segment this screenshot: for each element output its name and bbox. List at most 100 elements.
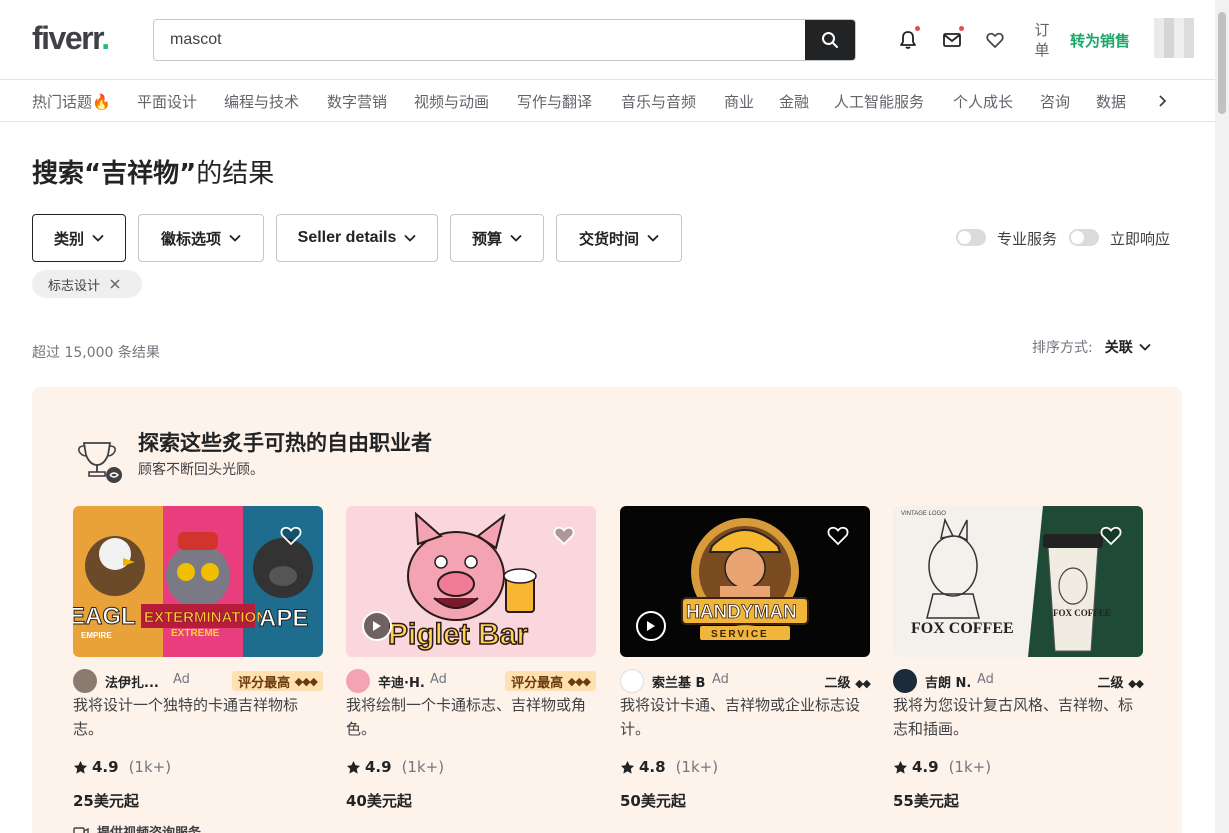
filter-seller-details[interactable]: Seller details (276, 214, 438, 262)
instant-response-toggle[interactable] (1069, 229, 1099, 246)
heart-icon[interactable] (279, 523, 303, 547)
star-icon (620, 760, 635, 774)
seller-level: 二级 ◆◆ (824, 676, 871, 691)
gig-rating: 4.9 (1k+) (73, 758, 171, 776)
category-marketing[interactable]: 数字营销 (327, 91, 387, 112)
panel-title: 探索这些炙手可热的自由职业者 (138, 431, 432, 455)
category-finance[interactable]: 金融 (779, 91, 809, 112)
sort-value: 关联 (1104, 340, 1133, 356)
filter-label: 类别 (53, 229, 84, 248)
star-icon (73, 760, 88, 774)
bell-icon (900, 31, 916, 49)
heart-icon[interactable] (552, 523, 576, 547)
filter-delivery-time[interactable]: 交货时间 (556, 214, 682, 262)
category-consulting[interactable]: 咨询 (1040, 91, 1070, 112)
gig-title[interactable]: 我将为您设计复古风格、吉祥物、标志和插画。 (893, 693, 1143, 741)
filter-label: 徽标选项 (160, 229, 221, 248)
gig-title[interactable]: 我将绘制一个卡通标志、吉祥物或角色。 (346, 693, 596, 741)
thumb-text: SERVICE (711, 629, 769, 640)
chevron-down-icon (229, 234, 241, 242)
chevron-down-icon (404, 234, 416, 242)
seller-row: 辛迪·H. Ad 评分最高 ◆◆◆ (346, 669, 596, 693)
chevron-down-icon (1139, 343, 1151, 351)
messages-button[interactable] (940, 26, 964, 52)
thumb-text: Piglet Bar (388, 618, 528, 651)
gig-price: 50美元起 (620, 792, 686, 810)
category-business[interactable]: 商业 (724, 91, 754, 112)
filter-label: 交货时间 (578, 229, 639, 248)
gig-title[interactable]: 我将设计卡通、吉祥物或企业标志设计。 (620, 693, 870, 741)
seller-row: 法伊扎... Ad 评分最高 ◆◆◆ (73, 669, 323, 693)
seller-name[interactable]: 吉朗 N. (925, 672, 971, 691)
category-ai[interactable]: 人工智能服务 (834, 91, 924, 112)
filter-logo-options[interactable]: 徽标选项 (138, 214, 264, 262)
gig-thumbnail[interactable]: HANDYMAN SERVICE (620, 506, 870, 657)
category-trending[interactable]: 热门话题🔥 (32, 91, 111, 112)
search-input[interactable] (154, 20, 806, 60)
page-title: 搜索“吉祥物”的结果 (32, 159, 275, 189)
heart-icon[interactable] (1099, 523, 1123, 547)
video-consultation: 提供视频咨询服务 (73, 822, 201, 833)
thumb-text: FOX COFFEE (911, 620, 1014, 637)
play-button[interactable] (362, 611, 392, 641)
thumb-text: EXTREME (171, 628, 220, 639)
page-scrollbar[interactable] (1215, 0, 1229, 833)
seller-avatar[interactable] (620, 669, 644, 693)
heart-icon[interactable] (826, 523, 850, 547)
ad-label: Ad (430, 672, 447, 687)
search-button[interactable] (805, 20, 855, 60)
gig-thumbnail[interactable]: VINTAGE LOGO FOX COFFEE FOX COFFEE (893, 506, 1143, 657)
seller-name[interactable]: 索兰基 B (652, 672, 705, 691)
user-avatar[interactable] (1154, 18, 1194, 58)
category-scroll-right[interactable] (1150, 88, 1174, 114)
pro-services-label: 专业服务 (997, 230, 1058, 248)
ad-label: Ad (173, 672, 190, 687)
category-data[interactable]: 数据 (1096, 91, 1126, 112)
gig-rating: 4.8 (1k+) (620, 758, 718, 776)
top-rated-badge: 评分最高 ◆◆◆ (232, 671, 323, 691)
active-filter-chip: 标志设计 (32, 270, 142, 298)
category-graphics[interactable]: 平面设计 (137, 91, 197, 112)
pro-services-toggle[interactable] (956, 229, 986, 246)
play-icon (373, 621, 381, 631)
chevron-right-icon (1159, 95, 1167, 107)
orders-link[interactable]: 订单 (1033, 20, 1051, 60)
seller-row: 索兰基 B Ad 二级 ◆◆ (620, 669, 871, 693)
filter-budget[interactable]: 预算 (450, 214, 544, 262)
filter-label: 预算 (471, 229, 502, 248)
sort-dropdown[interactable]: 排序方式: 关联 (1032, 337, 1151, 357)
category-video[interactable]: 视频与动画 (414, 91, 489, 112)
seller-avatar[interactable] (73, 669, 97, 693)
filter-label: Seller details (297, 229, 397, 246)
notifications-button[interactable] (896, 26, 920, 52)
chip-label: 标志设计 (48, 278, 101, 294)
gig-rating: 4.9 (1k+) (893, 758, 991, 776)
fiverr-logo[interactable]: fiverr. (32, 20, 110, 57)
gig-title[interactable]: 我将设计一个独特的卡通吉祥物标志。 (73, 693, 323, 741)
heart-icon (986, 32, 1004, 48)
gig-thumbnail[interactable]: EAGL EMPIRE EXTERMINATION EXTREME APE (73, 506, 323, 657)
category-music[interactable]: 音乐与音频 (621, 91, 696, 112)
envelope-icon (943, 33, 961, 47)
category-writing[interactable]: 写作与翻译 (517, 91, 592, 112)
trophy-icon (78, 442, 122, 483)
gig-price: 40美元起 (346, 792, 412, 810)
panel-subtitle: 顾客不断回头光顾。 (138, 462, 264, 478)
category-tech[interactable]: 编程与技术 (224, 91, 299, 112)
seller-avatar[interactable] (893, 669, 917, 693)
chevron-down-icon (510, 234, 522, 242)
close-icon[interactable] (110, 279, 120, 289)
seller-avatar[interactable] (346, 669, 370, 693)
seller-name[interactable]: 法伊扎... (105, 672, 159, 691)
filter-category[interactable]: 类别 (32, 214, 126, 262)
play-button[interactable] (636, 611, 666, 641)
category-growth[interactable]: 个人成长 (953, 91, 1013, 112)
thumb-text: EMPIRE (81, 631, 112, 640)
star-icon (893, 760, 908, 774)
scrollbar-thumb[interactable] (1218, 12, 1226, 114)
become-seller-link[interactable]: 转为销售 (1070, 30, 1130, 51)
seller-row: 吉朗 N. Ad 二级 ◆◆ (893, 669, 1144, 693)
gig-thumbnail[interactable]: Piglet Bar (346, 506, 596, 657)
seller-name[interactable]: 辛迪·H. (378, 672, 425, 691)
favorites-button[interactable] (983, 28, 1007, 52)
